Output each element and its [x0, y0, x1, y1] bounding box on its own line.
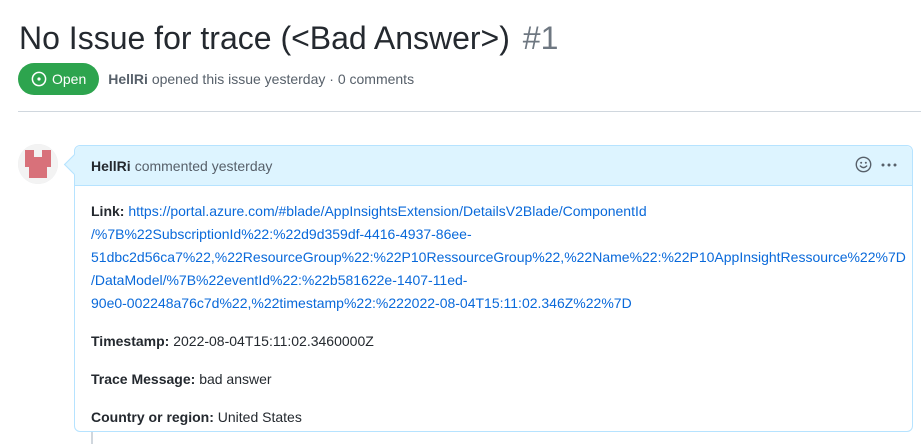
comment-author-link[interactable]: HellRi — [91, 158, 131, 174]
trace-link-line: 51dbc2d56ca7%22,%22ResourceGroup%22:%22P… — [91, 249, 906, 265]
trace-message-value: bad answer — [199, 371, 272, 387]
issue-state-badge: Open — [18, 63, 100, 95]
country-label: Country or region: — [91, 409, 214, 425]
timeline-line — [91, 432, 93, 444]
comment-timestamp[interactable]: commented yesterday — [135, 158, 273, 174]
avatar[interactable] — [18, 144, 58, 184]
trace-link-line: /%7B%22SubscriptionId%22:%22d9d359df-441… — [91, 226, 472, 242]
trace-link-line: /DataModel/%7B%22eventId%22:%22b581622e-… — [91, 272, 468, 288]
issue-title-row: No Issue for trace (<Bad Answer>) #1 — [19, 14, 558, 62]
timestamp-label: Timestamp: — [91, 333, 170, 349]
comment-options-button[interactable] — [880, 157, 898, 173]
timestamp-value: 2022-08-04T15:11:02.3460000Z — [173, 333, 374, 349]
trace-link-line: 90e0-002248a76c7d%22,%22timestamp%22:%22… — [91, 295, 632, 311]
issue-number: #1 — [522, 20, 559, 56]
issue-opened-icon — [31, 71, 47, 87]
issue-meta: Open HellRi opened this issue yesterday … — [18, 63, 414, 95]
link-label: Link: — [91, 203, 125, 219]
trace-message-paragraph: Trace Message: bad answer — [91, 368, 896, 391]
issue-author-link[interactable]: HellRi — [108, 71, 148, 87]
country-paragraph: Country or region: United States — [91, 406, 896, 429]
add-reaction-button[interactable] — [855, 156, 872, 173]
link-paragraph: Link: https://portal.azure.com/#blade/Ap… — [91, 200, 906, 315]
country-value: United States — [217, 409, 302, 425]
trace-message-label: Trace Message: — [91, 371, 196, 387]
comment-header: HellRi commented yesterday — [75, 146, 912, 186]
issue-state-label: Open — [52, 71, 87, 87]
trace-link[interactable]: https://portal.azure.com/#blade/AppInsig… — [91, 203, 906, 311]
issue-opened-summary: HellRi opened this issue yesterday · 0 c… — [108, 71, 414, 87]
issue-title: No Issue for trace (<Bad Answer>) — [19, 20, 510, 56]
comment-actions — [847, 156, 898, 173]
smiley-icon — [855, 156, 872, 173]
header-divider — [18, 111, 921, 112]
comment-body: Link: https://portal.azure.com/#blade/Ap… — [75, 186, 912, 429]
identicon-avatar-icon — [18, 144, 58, 184]
comment-box: HellRi commented yesterday Link: https:/… — [63, 145, 913, 432]
timestamp-paragraph: Timestamp: 2022-08-04T15:11:02.3460000Z — [91, 330, 896, 353]
kebab-horizontal-icon — [881, 163, 897, 166]
trace-link-line: https://portal.azure.com/#blade/AppInsig… — [128, 203, 647, 219]
issue-opened-text: opened this issue yesterday · 0 comments — [151, 71, 415, 87]
